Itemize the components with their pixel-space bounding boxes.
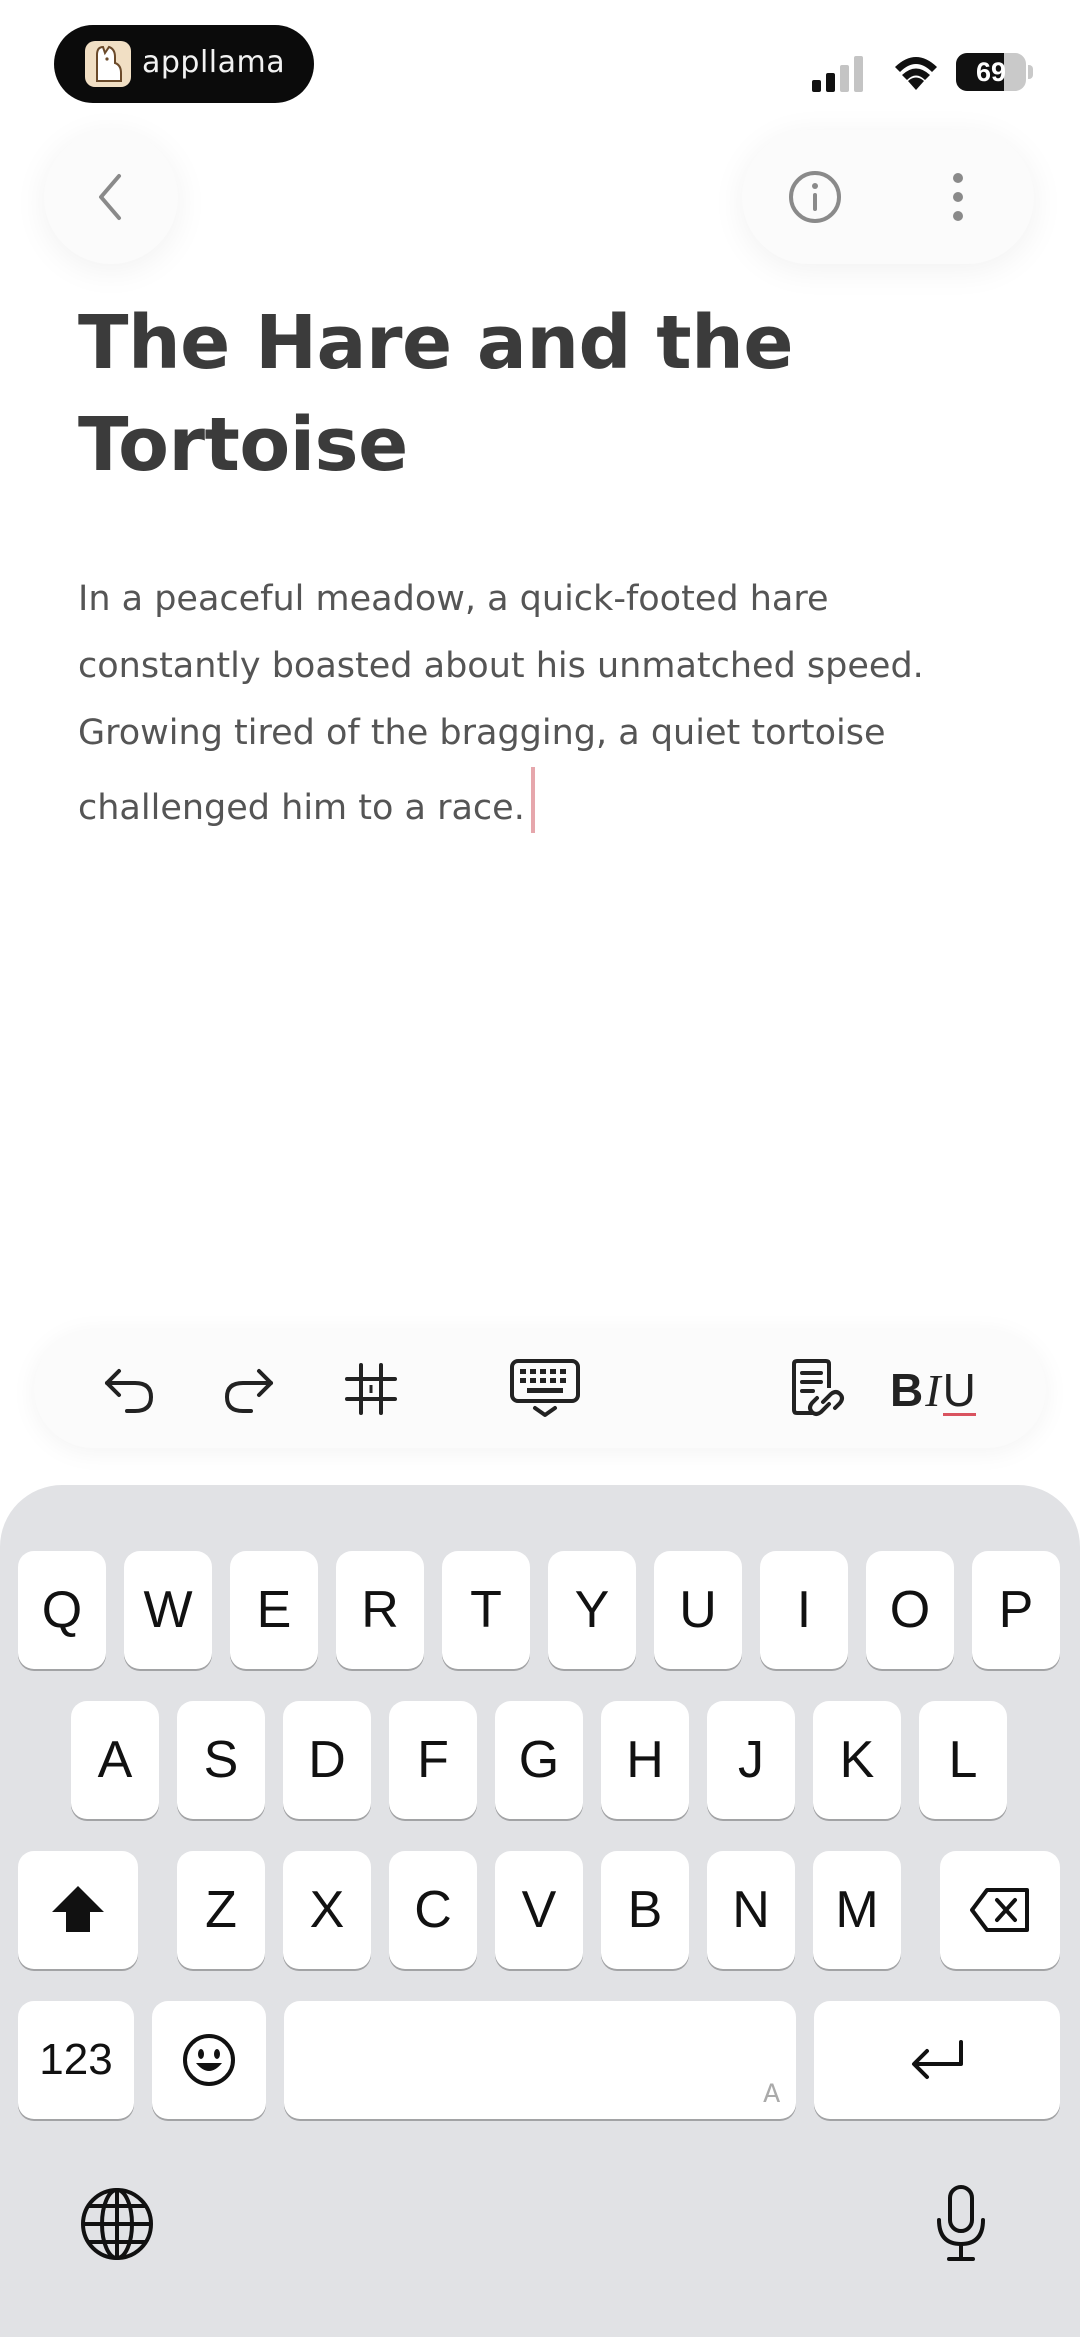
link-note-button[interactable] — [782, 1354, 852, 1424]
battery-icon: 69 — [956, 53, 1033, 91]
backspace-icon — [970, 1888, 1029, 1932]
app-badge[interactable]: appllama — [54, 25, 314, 103]
top-actions — [742, 130, 1034, 264]
return-key[interactable] — [814, 2001, 1060, 2119]
info-icon — [789, 171, 841, 223]
key-u[interactable]: U — [654, 1551, 742, 1669]
dismiss-keyboard-button[interactable] — [500, 1354, 590, 1424]
info-button[interactable] — [780, 162, 850, 232]
note-body-text: In a peaceful meadow, a quick-footed har… — [78, 579, 924, 828]
text-format-button[interactable]: BIU — [890, 1360, 976, 1420]
key-k[interactable]: K — [813, 1701, 901, 1819]
app-name: appllama — [142, 45, 286, 80]
chevron-left-icon — [99, 174, 121, 220]
redo-button[interactable] — [214, 1354, 284, 1424]
key-r[interactable]: R — [336, 1551, 424, 1669]
more-vertical-icon — [953, 173, 963, 221]
note-body[interactable]: In a peaceful meadow, a quick-footed har… — [78, 566, 1018, 842]
hashtag-icon — [345, 1363, 397, 1415]
key-c[interactable]: C — [389, 1851, 477, 1969]
underline-glyph: U — [942, 1364, 976, 1416]
bold-glyph: B — [890, 1364, 924, 1416]
shift-icon — [52, 1886, 104, 1932]
space-key[interactable]: A — [284, 2001, 796, 2119]
key-q[interactable]: Q — [18, 1551, 106, 1669]
key-g[interactable]: G — [495, 1701, 583, 1819]
key-b[interactable]: B — [601, 1851, 689, 1969]
key-o[interactable]: O — [866, 1551, 954, 1669]
key-y[interactable]: Y — [548, 1551, 636, 1669]
key-j[interactable]: J — [707, 1701, 795, 1819]
globe-button[interactable] — [72, 2179, 162, 2269]
linked-note-icon — [792, 1359, 844, 1416]
delete-key[interactable] — [940, 1851, 1060, 1969]
key-t[interactable]: T — [442, 1551, 530, 1669]
redo-icon — [224, 1369, 273, 1413]
key-s[interactable]: S — [177, 1701, 265, 1819]
key-i[interactable]: I — [760, 1551, 848, 1669]
dictation-button[interactable] — [916, 2179, 1006, 2269]
key-l[interactable]: L — [919, 1701, 1007, 1819]
key-p[interactable]: P — [972, 1551, 1060, 1669]
key-x[interactable]: X — [283, 1851, 371, 1969]
undo-icon — [105, 1369, 154, 1413]
signal-icon — [812, 56, 863, 92]
text-caret — [530, 767, 535, 833]
emoji-key[interactable] — [152, 2001, 266, 2119]
note-title[interactable]: The Hare and the Tortoise — [78, 292, 978, 496]
back-button[interactable] — [44, 130, 178, 264]
key-h[interactable]: H — [601, 1701, 689, 1819]
battery-level: 69 — [975, 57, 1007, 87]
return-icon — [912, 2040, 963, 2079]
tag-button[interactable] — [336, 1354, 406, 1424]
keyboard-dismiss-icon — [510, 1359, 580, 1417]
key-n[interactable]: N — [707, 1851, 795, 1969]
italic-glyph: I — [925, 1365, 941, 1416]
key-d[interactable]: D — [283, 1701, 371, 1819]
llama-logo-icon — [85, 41, 131, 87]
numbers-key[interactable]: 123 — [18, 2001, 134, 2119]
emoji-icon — [183, 2034, 235, 2086]
globe-icon — [81, 2188, 153, 2260]
keyboard: Q W E R T Y U I O P A S D F G H J K L Z … — [0, 1485, 1080, 2337]
shift-key[interactable] — [18, 1851, 138, 1969]
wifi-icon — [895, 57, 937, 90]
key-w[interactable]: W — [124, 1551, 212, 1669]
key-f[interactable]: F — [389, 1701, 477, 1819]
format-toolbar: BIU — [34, 1330, 1046, 1448]
key-v[interactable]: V — [495, 1851, 583, 1969]
key-z[interactable]: Z — [177, 1851, 265, 1969]
space-hint: A — [763, 2080, 780, 2111]
microphone-icon — [937, 2185, 985, 2261]
key-e[interactable]: E — [230, 1551, 318, 1669]
key-m[interactable]: M — [813, 1851, 901, 1969]
key-a[interactable]: A — [71, 1701, 159, 1819]
more-button[interactable] — [928, 162, 988, 232]
undo-button[interactable] — [94, 1354, 164, 1424]
